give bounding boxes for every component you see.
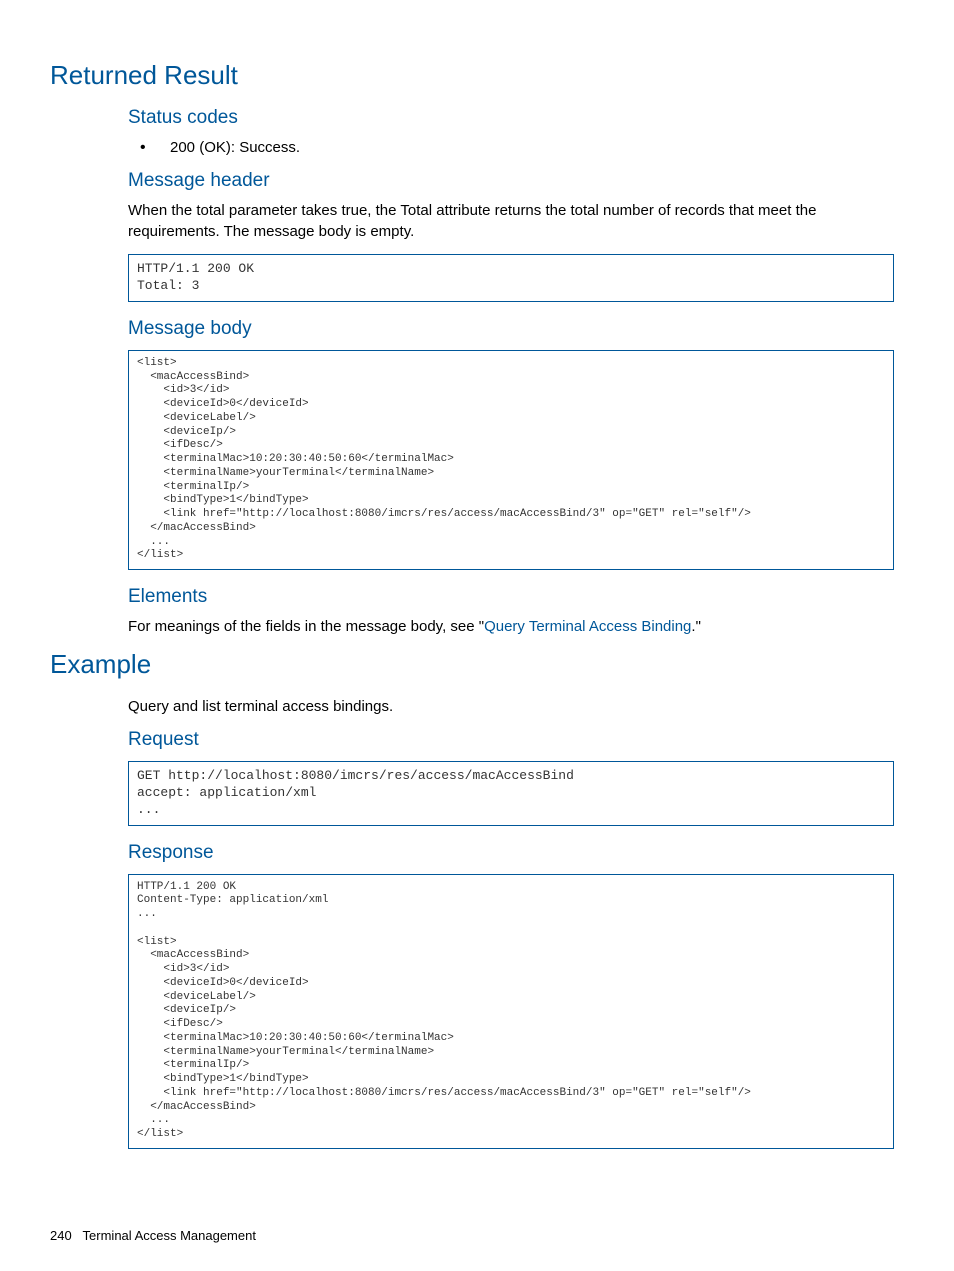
heading-message-body: Message body (128, 318, 894, 340)
heading-request: Request (128, 729, 894, 751)
code-message-body: <list> <macAccessBind> <id>3</id> <devic… (128, 350, 894, 570)
heading-message-header: Message header (128, 170, 894, 192)
elements-text-suffix: ." (691, 618, 701, 635)
link-query-terminal-binding[interactable]: Query Terminal Access Binding (484, 618, 691, 635)
page-number: 240 (50, 1228, 72, 1243)
code-response: HTTP/1.1 200 OK Content-Type: applicatio… (128, 874, 894, 1149)
example-text: Query and list terminal access bindings. (128, 696, 894, 717)
code-message-header: HTTP/1.1 200 OK Total: 3 (128, 254, 894, 302)
document-page: Returned Result Status codes 200 (OK): S… (0, 0, 954, 1271)
heading-returned-result: Returned Result (50, 60, 894, 91)
elements-text-prefix: For meanings of the fields in the messag… (128, 618, 484, 635)
footer-section-title: Terminal Access Management (83, 1228, 256, 1243)
status-item: 200 (OK): Success. (150, 137, 894, 158)
status-list: 200 (OK): Success. (150, 137, 894, 158)
elements-text: For meanings of the fields in the messag… (128, 616, 894, 637)
heading-elements: Elements (128, 586, 894, 608)
message-header-text: When the total parameter takes true, the… (128, 200, 894, 242)
heading-example: Example (50, 649, 894, 680)
page-footer: 240 Terminal Access Management (50, 1228, 256, 1243)
heading-status-codes: Status codes (128, 107, 894, 129)
heading-response: Response (128, 842, 894, 864)
code-request: GET http://localhost:8080/imcrs/res/acce… (128, 761, 894, 826)
